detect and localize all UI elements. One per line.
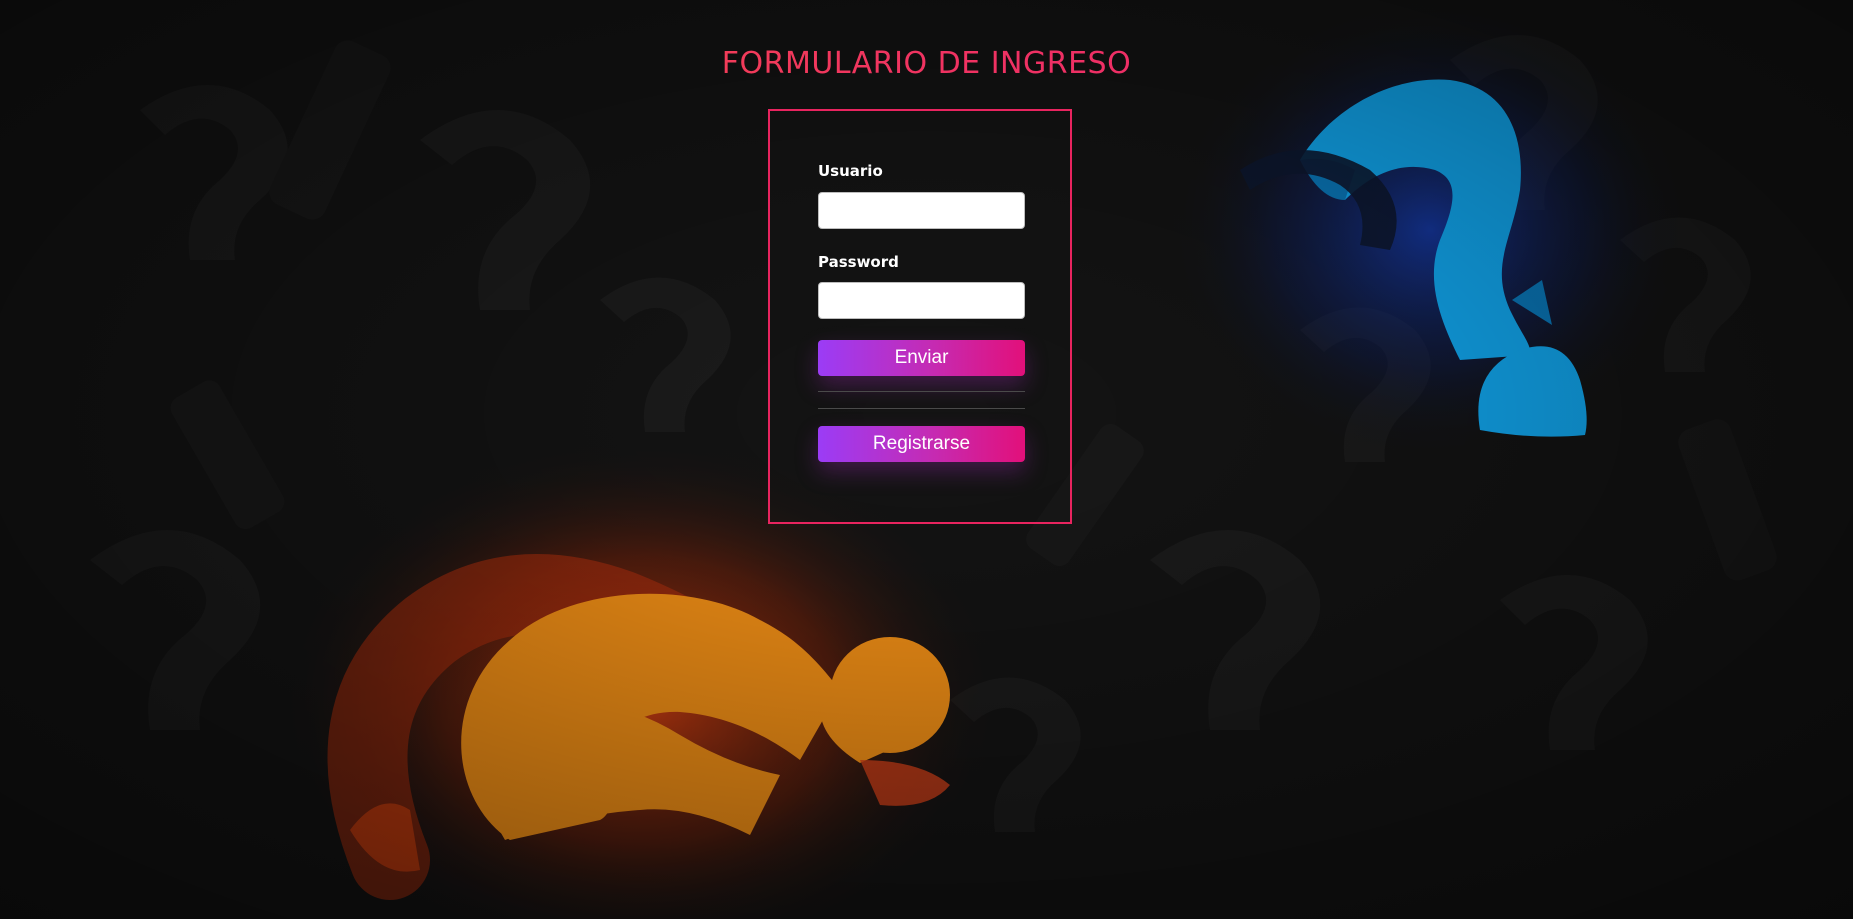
user-label: Usuario (818, 162, 883, 180)
submit-button[interactable]: Enviar (818, 340, 1025, 376)
divider-bottom (818, 408, 1025, 409)
divider-top (818, 391, 1025, 392)
password-label: Password (818, 253, 899, 271)
login-form: Usuario Password Enviar Registrarse (768, 109, 1072, 524)
password-input[interactable] (818, 282, 1025, 319)
page-title: FORMULARIO DE INGRESO (0, 46, 1853, 81)
user-input[interactable] (818, 192, 1025, 229)
register-button[interactable]: Registrarse (818, 426, 1025, 462)
